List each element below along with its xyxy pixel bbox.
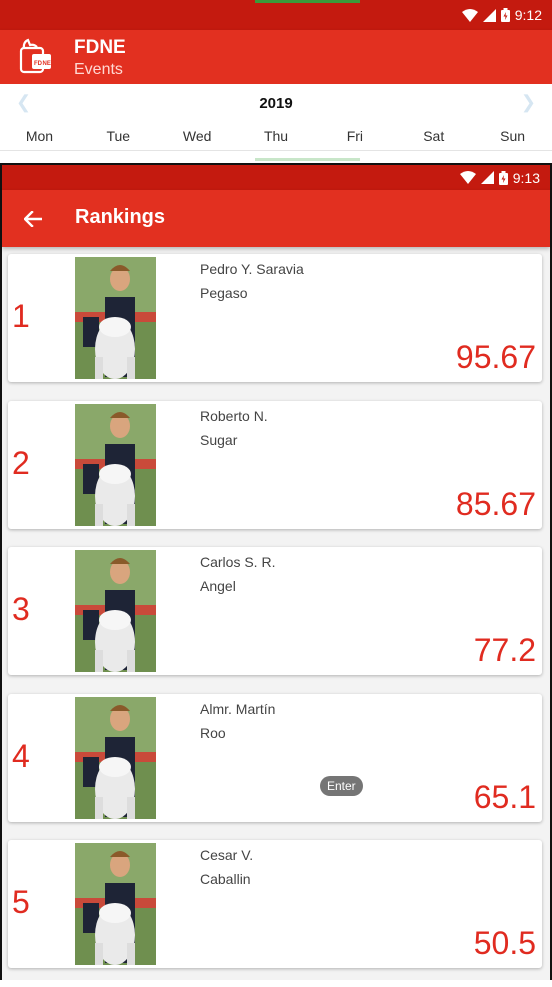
rank-number: 1 [12,298,30,334]
wifi-icon [461,8,478,22]
divider [0,150,552,151]
horse-name: Caballin [200,871,251,887]
rider-photo [75,696,156,819]
weekday-thu: Thu [263,128,289,144]
rankings-list: 1 Pedro Y. Saravia Pegaso 95.67 2 Robert… [8,254,542,987]
rankings-app-bar: Rankings [2,190,550,247]
svg-text:FD: FD [34,61,43,67]
horse-name: Angel [200,578,236,594]
horse-name: Sugar [200,431,238,448]
status-icons: 9:13 [459,165,540,190]
app-subtitle: Events [74,61,123,78]
fdne-logo-icon: FD NE [15,36,57,78]
status-bar: 9:13 [2,165,550,190]
rider-name: Roberto N. [200,407,268,424]
status-time: 9:12 [514,7,542,23]
rider-photo [75,403,156,526]
status-time: 9:13 [512,169,540,186]
status-bar: 9:12 [0,0,552,30]
weekday-row: Mon Tue Wed Thu Fri Sat Sun [0,128,552,144]
weekday-mon: Mon [25,128,54,144]
battery-icon [500,8,510,22]
arrow-back-icon [24,211,42,227]
score: 85.67 [455,485,536,522]
rider-name: Cesar V. [200,847,254,863]
ranking-card[interactable]: 3 Carlos S. R. Angel 77.2 [8,547,542,675]
ranking-card[interactable]: 5 Cesar V. Caballin 50.5 [8,840,542,968]
today-highlight [255,158,360,161]
battery-icon [498,170,508,185]
rider-name: Pedro Y. Saravia [200,261,304,277]
signal-icon [480,171,494,184]
calendar-year: 2019 [259,95,293,112]
weekday-sun: Sun [500,128,526,144]
app-title: FDNE [74,37,126,58]
weekday-sat: Sat [423,128,445,144]
rider-name: Carlos S. R. [200,554,276,570]
enter-toast: Enter [320,776,363,796]
rider-name: Almr. Martín [200,700,276,717]
rank-number: 3 [12,591,30,627]
rank-number: 5 [12,884,30,920]
rider-photo [75,550,156,672]
wifi-icon [459,171,476,184]
weekday-fri: Fri [346,128,364,144]
page-title: Rankings [75,206,166,228]
rank-number: 4 [12,737,30,774]
svg-text:NE: NE [43,61,51,67]
ranking-card[interactable]: 1 Pedro Y. Saravia Pegaso 95.67 [8,254,542,382]
horse-name: Pegaso [200,285,248,301]
ranking-card[interactable]: 2 Roberto N. Sugar 85.67 [8,400,542,529]
score: 95.67 [455,339,536,375]
horse-name: Roo [200,724,226,741]
score: 50.5 [473,925,536,961]
score: 77.2 [473,632,536,668]
events-app-bar: FD NE FDNE Events [0,30,552,84]
rank-number: 2 [12,444,30,481]
score: 65.1 [473,778,536,815]
weekday-wed: Wed [182,128,212,144]
back-button[interactable] [18,204,48,234]
rider-photo [75,843,156,965]
ranking-card[interactable]: 4 Almr. Martín Roo 65.1 [8,693,542,822]
rider-photo [75,257,156,379]
weekday-tue: Tue [106,128,131,144]
status-icons: 9:12 [461,0,542,30]
chevron-right-icon[interactable]: ❯ [521,92,536,113]
signal-icon [482,8,496,22]
calendar-header: ❮ 2019 ❯ Mon Tue Wed Thu Fri Sat Sun [0,84,552,162]
status-indicator [255,0,360,3]
